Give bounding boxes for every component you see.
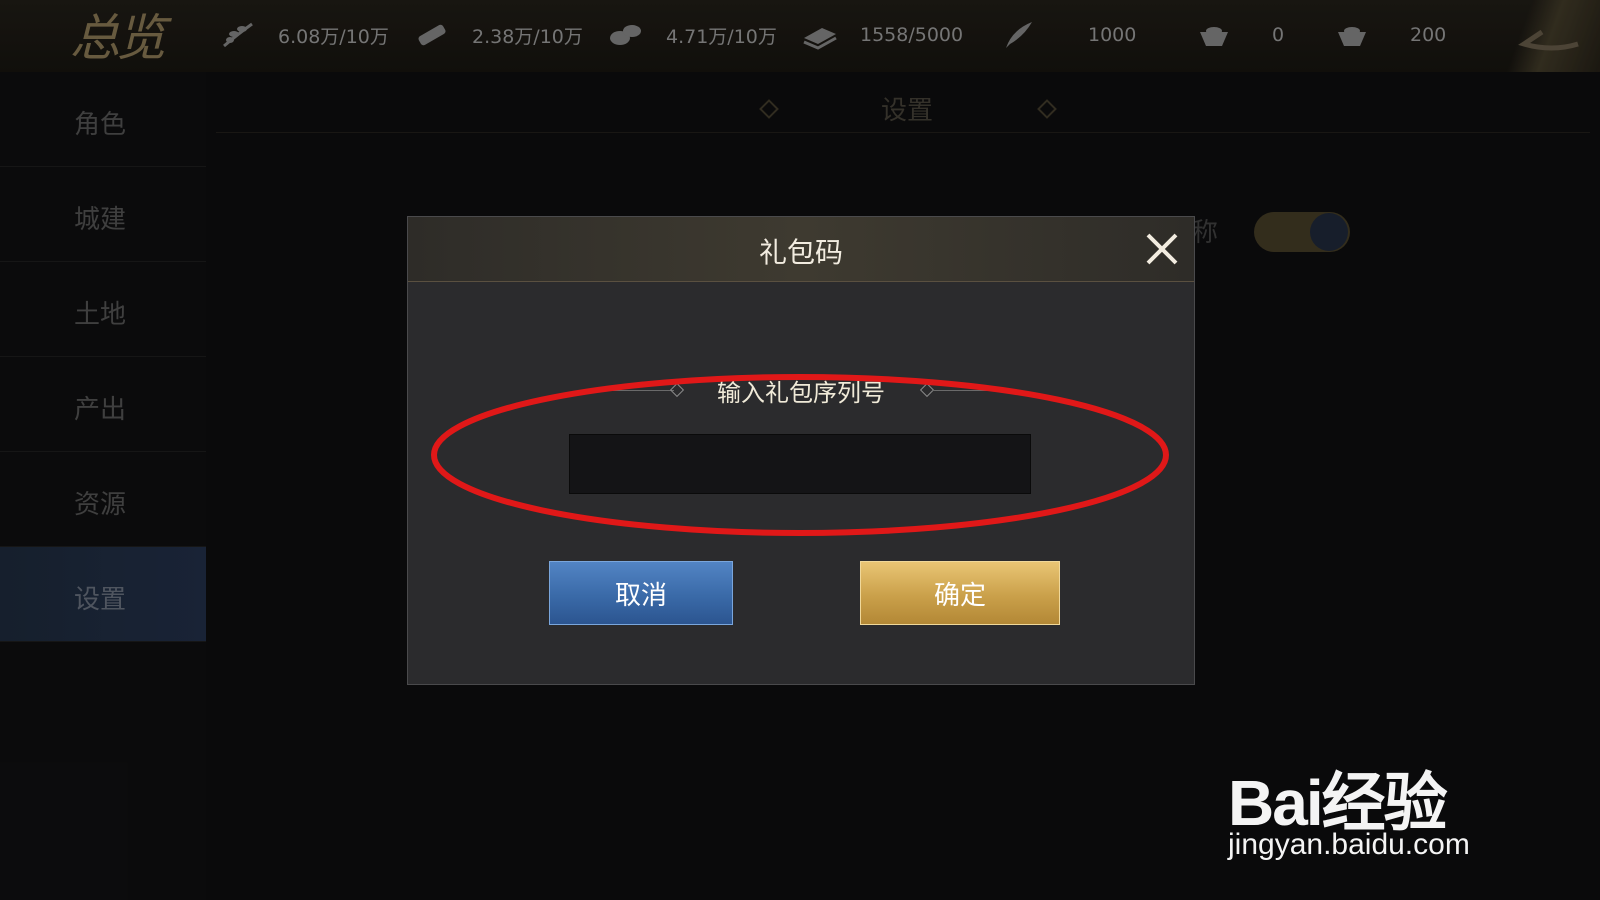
confirm-button[interactable]: 确定	[860, 561, 1060, 625]
highlight-ellipse	[431, 374, 1169, 536]
cancel-button[interactable]: 取消	[549, 561, 733, 625]
dialog-title: 礼包码	[758, 236, 843, 269]
close-icon	[1146, 233, 1178, 265]
watermark-url: jingyan.baidu.com	[1228, 828, 1470, 861]
dialog-header: 礼包码	[408, 217, 1194, 282]
close-button[interactable]	[1140, 227, 1184, 271]
